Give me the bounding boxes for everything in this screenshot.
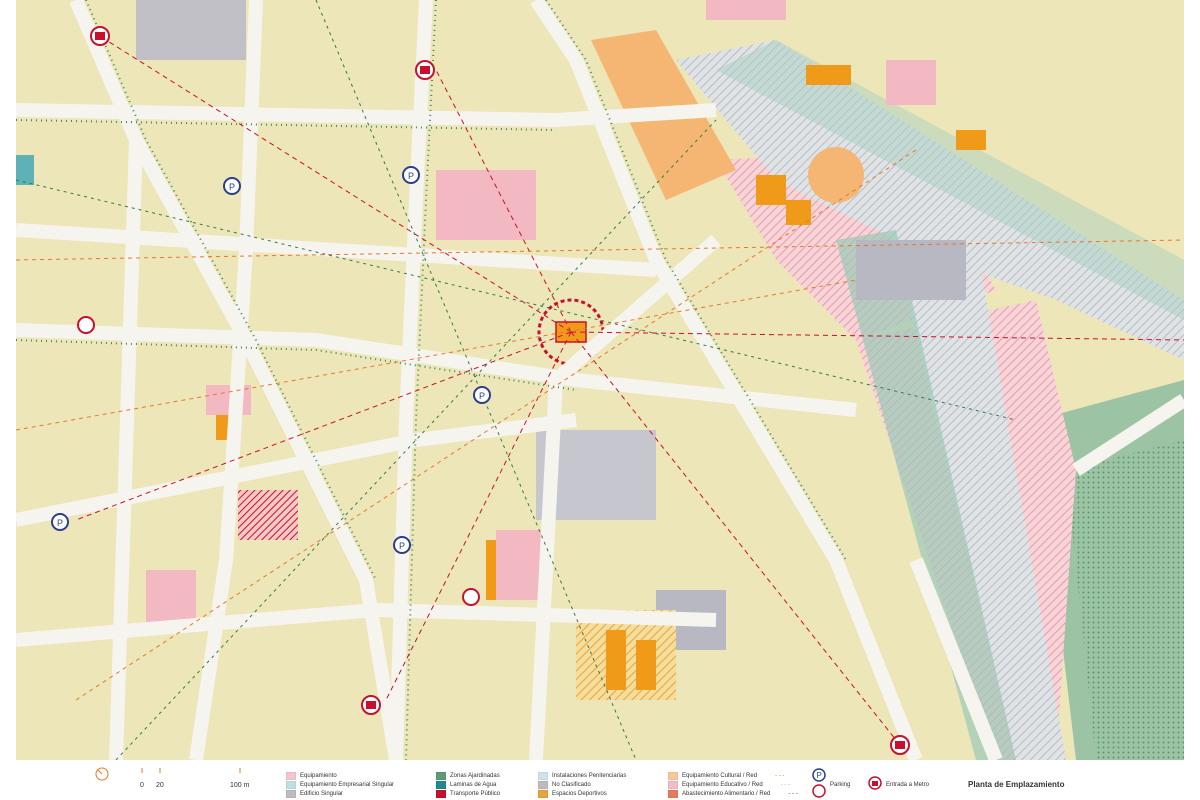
parking-marker[interactable]: P	[223, 177, 241, 195]
svg-text:P: P	[57, 518, 63, 528]
legend-label: Espacios Deportivos	[552, 791, 607, 797]
legend-item-abastecimiento: Abastecimiento Alimentario / Red - - -	[668, 790, 798, 798]
grey-building-north	[136, 0, 246, 60]
metro-icon	[868, 776, 882, 790]
bike-icon	[812, 784, 826, 798]
north-arrow-icon	[95, 767, 109, 781]
legend-label: Instalaciones Penitenciarias	[552, 773, 627, 779]
legend-swatch	[286, 790, 296, 798]
legend-label: Zonas Ajardinadas	[450, 773, 500, 779]
site-plan-map[interactable]: P P P P P	[16, 0, 1184, 760]
legend-label: Equipamiento Cultural / Red	[682, 773, 758, 779]
legend-item-agua: Laminas de Agua	[436, 781, 496, 789]
svg-text:P: P	[229, 182, 235, 192]
dash-line-icon: - - -	[775, 773, 785, 779]
legend-swatch	[538, 781, 548, 789]
legend-swatch	[668, 772, 678, 780]
legend-item-no-clasificado: No Clasificado	[538, 781, 591, 789]
legend-label: Equipamiento Empresarial Singular	[300, 782, 395, 788]
food-supply-equipment	[238, 490, 298, 540]
dash-line-icon: - - -	[780, 782, 791, 788]
bike-marker[interactable]	[77, 316, 95, 334]
parking-label: Parking	[830, 782, 851, 788]
legend-swatch	[538, 772, 548, 780]
parking-marker[interactable]: P	[402, 166, 420, 184]
metro-marker[interactable]	[415, 60, 435, 80]
round-building	[808, 147, 864, 203]
legend-label: Edificio Singular	[300, 791, 344, 797]
parking-marker[interactable]: P	[473, 386, 491, 404]
legend-swatch	[286, 772, 296, 780]
svg-text:P: P	[817, 771, 822, 780]
metro-label: Entrada a Metro	[886, 782, 930, 788]
scale-twenty: 20	[156, 782, 164, 789]
svg-text:P: P	[408, 171, 414, 181]
legend-swatch	[668, 781, 678, 789]
metro-marker[interactable]	[890, 735, 910, 755]
legend-item-empresarial: Equipamiento Empresarial Singular	[286, 781, 394, 789]
svg-text:P: P	[479, 391, 485, 401]
education-equipment	[886, 60, 936, 105]
legend-item-penitenciarias: Instalaciones Penitenciarias	[538, 772, 626, 780]
legend-label: Transporte Público	[450, 791, 501, 797]
bike-marker[interactable]	[462, 588, 480, 606]
orange-building	[756, 175, 786, 205]
education-equipment	[436, 170, 536, 240]
map-viewport[interactable]: P P P P P	[0, 0, 1200, 760]
metro-marker[interactable]	[90, 26, 110, 46]
scale-bar	[141, 768, 241, 773]
legend-swatch	[668, 790, 678, 798]
legend-swatch	[538, 790, 548, 798]
parking-icon: P	[812, 768, 826, 782]
legend-item-edificio: Edificio Singular	[286, 790, 343, 798]
legend-swatch	[436, 772, 446, 780]
dash-line-icon: - - -	[788, 791, 798, 797]
plan-title: Planta de Emplazamiento	[968, 780, 1065, 789]
legend-label: Equipamiento Educativo / Red	[682, 782, 763, 788]
legend-item-educativo: Equipamiento Educativo / Red - - -	[668, 781, 790, 789]
scale-zero: 0	[140, 782, 144, 789]
legend-label: No Clasificado	[552, 782, 591, 788]
orange-building	[956, 130, 986, 150]
svg-text:P: P	[399, 541, 405, 551]
education-equipment	[706, 0, 786, 20]
legend-swatch	[286, 781, 296, 789]
legend-item-cultural: Equipamiento Cultural / Red - - -	[668, 772, 784, 780]
legend-swatch	[436, 781, 446, 789]
orange-building	[636, 640, 656, 690]
parking-marker[interactable]: P	[51, 513, 69, 531]
parking-marker[interactable]: P	[393, 536, 411, 554]
legend-label: Laminas de Agua	[450, 782, 497, 788]
legend-label: Abastecimiento Alimentario / Red	[682, 791, 771, 797]
legend-item-transporte: Transporte Público	[436, 790, 500, 798]
orange-building	[606, 630, 626, 690]
legend-label: Equipamiento	[300, 773, 337, 779]
legend-item-equipamiento: Equipamiento	[286, 772, 337, 780]
grey-building	[856, 240, 966, 300]
legend-item-zonas: Zonas Ajardinadas	[436, 772, 500, 780]
legend-swatch	[436, 790, 446, 798]
orange-building	[806, 65, 851, 85]
legend-item-deportivos: Espacios Deportivos	[538, 790, 607, 798]
map-legend: 0 20 100 m Equipamiento Equipamiento Emp…	[0, 760, 1200, 800]
metro-marker[interactable]	[361, 695, 381, 715]
education-equipment	[206, 385, 251, 415]
scale-hundred: 100 m	[230, 782, 250, 789]
